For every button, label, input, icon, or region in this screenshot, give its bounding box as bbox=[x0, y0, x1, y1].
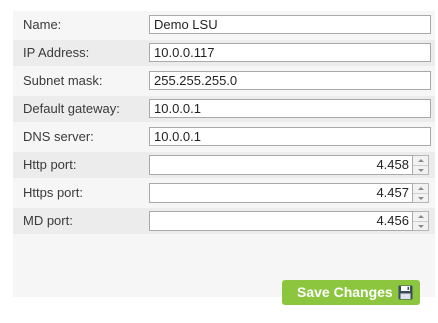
save-changes-button[interactable]: Save Changes bbox=[282, 280, 420, 305]
https-port-increment-button[interactable] bbox=[413, 184, 428, 194]
https-port-decrement-button[interactable] bbox=[413, 194, 428, 203]
md-port-spin-buttons bbox=[413, 211, 429, 231]
md-port-label: MD port: bbox=[23, 213, 73, 228]
arrow-up-icon bbox=[418, 159, 424, 162]
arrow-up-icon bbox=[418, 187, 424, 190]
save-changes-label: Save Changes bbox=[297, 284, 393, 300]
arrow-down-icon bbox=[418, 225, 424, 228]
dns-server-field[interactable] bbox=[149, 127, 431, 146]
md-port-value: 4.456 bbox=[376, 213, 409, 228]
name-field[interactable] bbox=[149, 15, 431, 34]
http-port-spin-buttons bbox=[413, 155, 429, 175]
arrow-down-icon bbox=[418, 197, 424, 200]
https-port-label: Https port: bbox=[23, 185, 83, 200]
subnet-mask-row: Subnet mask: bbox=[13, 68, 435, 94]
https-port-spin-buttons bbox=[413, 183, 429, 203]
default-gateway-row: Default gateway: bbox=[13, 96, 435, 122]
http-port-value: 4.458 bbox=[376, 157, 409, 172]
md-port-decrement-button[interactable] bbox=[413, 222, 428, 231]
name-row: Name: bbox=[13, 12, 435, 38]
http-port-field[interactable]: 4.458 bbox=[149, 155, 413, 175]
subnet-mask-field[interactable] bbox=[149, 71, 431, 90]
md-port-stepper: 4.456 bbox=[149, 211, 431, 231]
md-port-field[interactable]: 4.456 bbox=[149, 211, 413, 231]
https-port-value: 4.457 bbox=[376, 185, 409, 200]
http-port-label: Http port: bbox=[23, 157, 77, 172]
arrow-up-icon bbox=[418, 215, 424, 218]
http-port-decrement-button[interactable] bbox=[413, 166, 428, 175]
dns-server-label: DNS server: bbox=[23, 129, 94, 144]
md-port-increment-button[interactable] bbox=[413, 212, 428, 222]
dns-server-row: DNS server: bbox=[13, 124, 435, 150]
ip-address-row: IP Address: bbox=[13, 40, 435, 66]
http-port-stepper: 4.458 bbox=[149, 155, 431, 175]
floppy-disk-icon bbox=[398, 285, 413, 300]
https-port-stepper: 4.457 bbox=[149, 183, 431, 203]
https-port-field[interactable]: 4.457 bbox=[149, 183, 413, 203]
network-settings-form: Name: IP Address: Subnet mask: Default g… bbox=[13, 11, 435, 297]
ip-address-label: IP Address: bbox=[23, 45, 90, 60]
name-label: Name: bbox=[23, 17, 62, 32]
https-port-row: Https port: 4.457 bbox=[13, 180, 435, 206]
md-port-row: MD port: 4.456 bbox=[13, 208, 435, 234]
http-port-increment-button[interactable] bbox=[413, 156, 428, 166]
arrow-down-icon bbox=[418, 169, 424, 172]
subnet-mask-label: Subnet mask: bbox=[23, 73, 103, 88]
ip-address-field[interactable] bbox=[149, 43, 431, 62]
default-gateway-label: Default gateway: bbox=[23, 101, 120, 116]
http-port-row: Http port: 4.458 bbox=[13, 152, 435, 178]
default-gateway-field[interactable] bbox=[149, 99, 431, 118]
